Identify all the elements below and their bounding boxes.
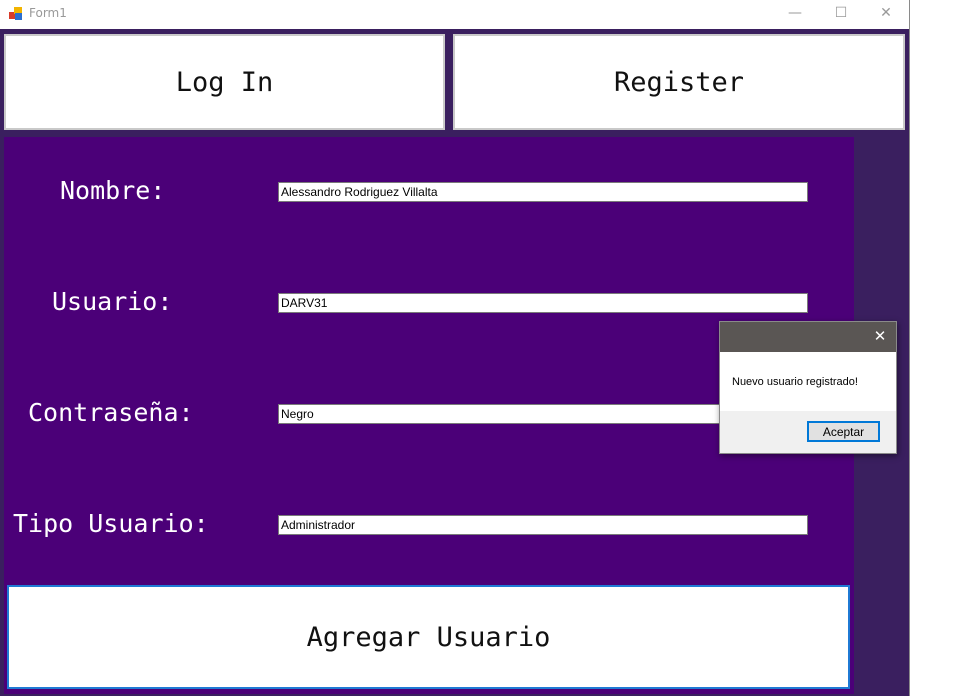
message-dialog: ✕ Nuevo usuario registrado! Aceptar: [719, 321, 897, 454]
minimize-button[interactable]: —: [772, 0, 818, 29]
aceptar-button[interactable]: Aceptar: [807, 421, 880, 442]
dialog-message: Nuevo usuario registrado!: [732, 376, 858, 388]
usuario-input[interactable]: DARV31: [278, 293, 808, 313]
nombre-input[interactable]: Alessandro Rodriguez Villalta: [278, 182, 808, 202]
window-titlebar: Form1 — ☐ ✕: [0, 0, 909, 29]
register-button[interactable]: Register: [453, 34, 905, 130]
usuario-label: Usuario:: [52, 287, 173, 316]
dialog-footer: Aceptar: [720, 411, 896, 453]
nombre-label: Nombre:: [60, 176, 166, 205]
contrasena-label: Contraseña:: [28, 398, 194, 427]
tipo-usuario-input[interactable]: Administrador: [278, 515, 808, 535]
window-title: Form1: [29, 6, 67, 20]
tipo-usuario-label: Tipo Usuario:: [13, 509, 209, 538]
agregar-usuario-button[interactable]: Agregar Usuario: [7, 585, 850, 689]
dialog-close-icon[interactable]: ✕: [864, 322, 896, 352]
maximize-button[interactable]: ☐: [818, 0, 864, 29]
login-button[interactable]: Log In: [4, 34, 445, 130]
dialog-titlebar: ✕: [720, 322, 896, 352]
main-window: Form1 — ☐ ✕ Log In Register Nombre: Ales…: [0, 0, 910, 696]
app-icon: [9, 7, 22, 20]
close-button[interactable]: ✕: [863, 0, 909, 29]
